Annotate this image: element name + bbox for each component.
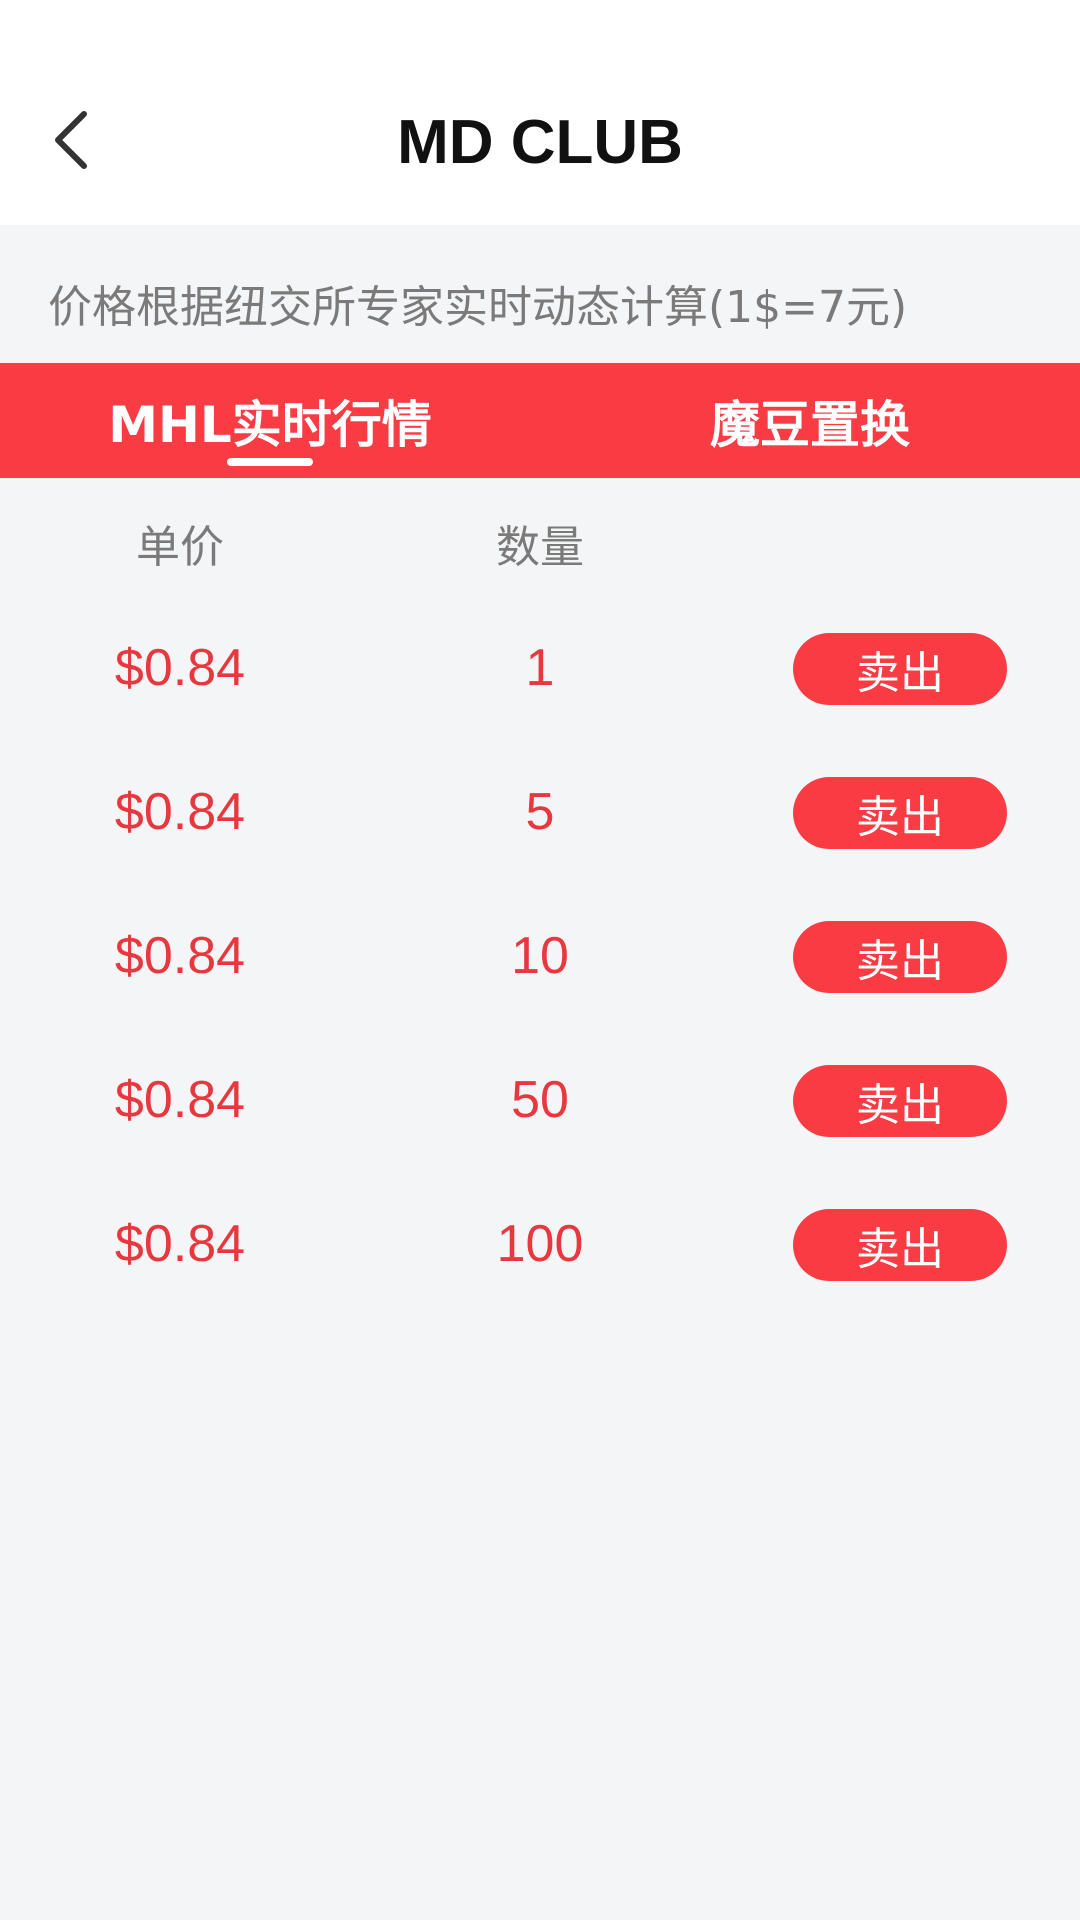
tab-label: MHL实时行情 bbox=[108, 395, 432, 454]
quantity-cell: 5 bbox=[525, 783, 555, 841]
active-tab-indicator bbox=[227, 458, 313, 466]
quantity-cell: 10 bbox=[511, 927, 569, 985]
sell-button[interactable]: 卖出 bbox=[793, 633, 1007, 705]
quantity-cell: 100 bbox=[496, 1215, 584, 1273]
table-row: $0.84 50 卖出 bbox=[0, 1060, 1080, 1140]
sell-button[interactable]: 卖出 bbox=[793, 1209, 1007, 1281]
tab-bar: MHL实时行情 魔豆置换 bbox=[0, 363, 1080, 478]
sell-button[interactable]: 卖出 bbox=[793, 1065, 1007, 1137]
column-header-quantity: 数量 bbox=[496, 522, 584, 573]
sell-button[interactable]: 卖出 bbox=[793, 921, 1007, 993]
page: MD CLUB 价格根据纽交所专家实时动态计算(1$=7元) MHL实时行情 魔… bbox=[0, 0, 1080, 1920]
price-cell: $0.84 bbox=[114, 1071, 246, 1129]
tab-label: 魔豆置换 bbox=[710, 395, 910, 454]
price-notice: 价格根据纽交所专家实时动态计算(1$=7元) bbox=[48, 282, 908, 333]
quantity-cell: 50 bbox=[511, 1071, 569, 1129]
price-cell: $0.84 bbox=[114, 639, 246, 697]
price-cell: $0.84 bbox=[114, 1215, 246, 1273]
table-row: $0.84 1 卖出 bbox=[0, 628, 1080, 708]
header: MD CLUB bbox=[0, 0, 1080, 225]
table-row: $0.84 100 卖出 bbox=[0, 1204, 1080, 1284]
quantity-cell: 1 bbox=[525, 639, 555, 697]
table-row: $0.84 10 卖出 bbox=[0, 916, 1080, 996]
price-cell: $0.84 bbox=[114, 927, 246, 985]
price-cell: $0.84 bbox=[114, 783, 246, 841]
column-header-price: 单价 bbox=[136, 522, 224, 573]
tab-bean-exchange[interactable]: 魔豆置换 bbox=[600, 363, 1020, 478]
page-title: MD CLUB bbox=[397, 108, 683, 177]
table-row: $0.84 5 卖出 bbox=[0, 772, 1080, 852]
sell-button[interactable]: 卖出 bbox=[793, 777, 1007, 849]
